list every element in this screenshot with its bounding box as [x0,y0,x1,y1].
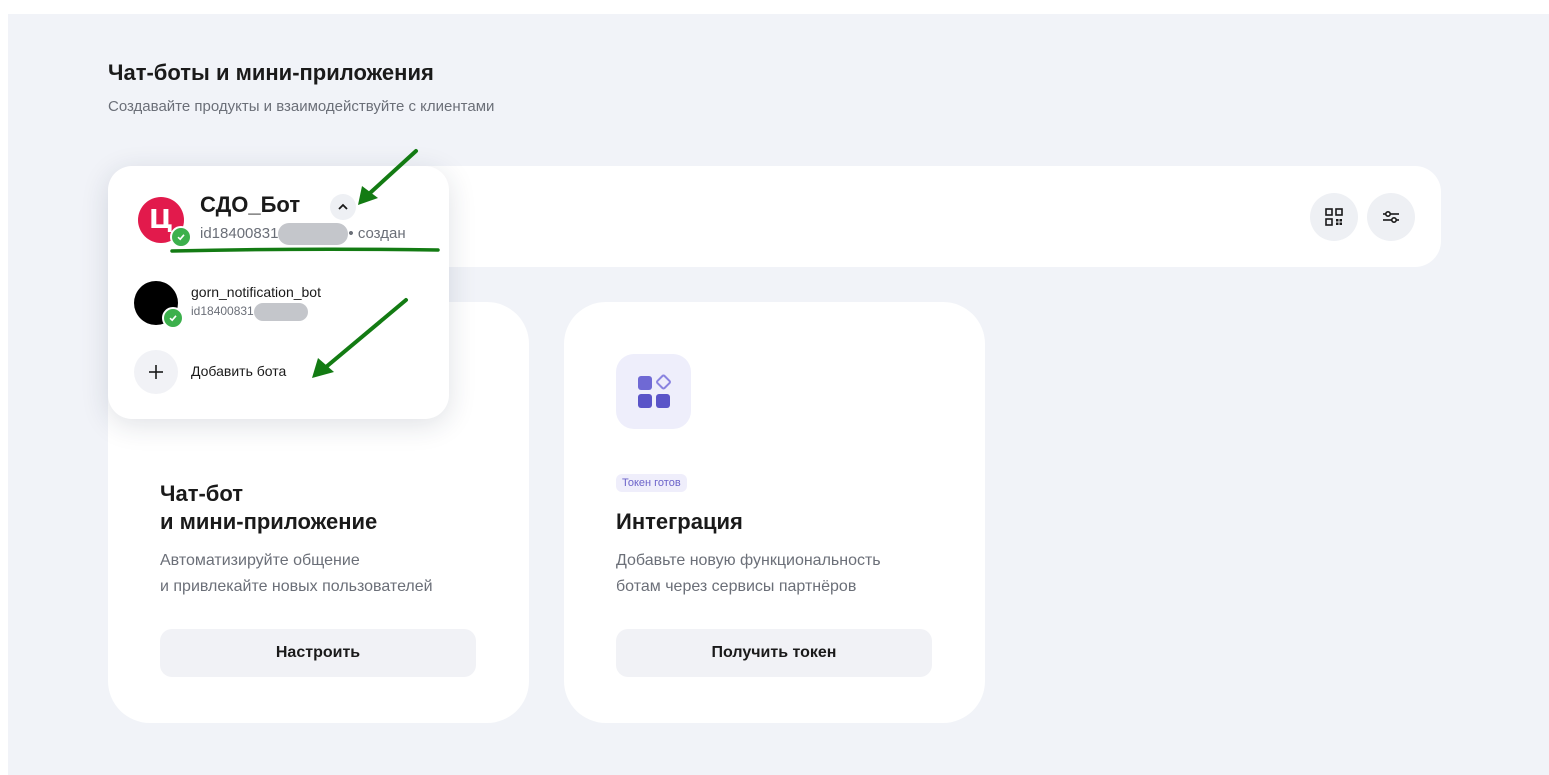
integration-icon-container [616,354,691,429]
selected-bot-name: СДО_Бот [200,192,301,217]
apps-grid-icon [637,374,671,408]
plus-icon [134,350,178,394]
bot-name: gorn_notification_bot [191,284,321,300]
chevron-up-icon [338,203,348,210]
integration-card-title: Интеграция [616,509,743,534]
integration-card: Токен готов Интеграция Добавьте новую фу… [564,302,985,723]
redacted-id [278,223,349,245]
page-title: Чат-боты и мини-приложения [108,60,434,85]
verified-check-icon [162,307,184,329]
collapse-button[interactable] [330,194,356,220]
token-ready-badge: Токен готов [616,474,687,492]
list-item[interactable]: gorn_notification_bot id18400831 [132,276,432,329]
bot-id: id18400831 [191,303,308,321]
add-bot-label: Добавить бота [191,363,287,379]
page-subtitle: Создавайте продукты и взаимодействуйте с… [108,98,495,115]
integration-card-description: Добавьте новую функциональность ботам че… [616,552,881,595]
bot-switcher-dropdown: Ц СДО_Бот id18400831 • создан gorn_notifi… [108,166,449,419]
get-token-button[interactable]: Получить токен [616,629,932,677]
configure-button[interactable]: Настроить [160,629,476,677]
chatbot-card-title: Чат-бот и мини-приложение [160,481,378,534]
sliders-icon [1383,210,1399,224]
settings-button[interactable] [1367,193,1415,241]
qr-code-icon [1325,208,1343,226]
selected-bot-id: id18400831 • создан [200,223,406,245]
chatbot-card-description: Автоматизируйте общение и привлекайте но… [160,552,433,595]
redacted-id [253,303,308,321]
qr-code-button[interactable] [1310,193,1358,241]
verified-check-icon [170,226,192,248]
add-bot-button[interactable]: Добавить бота [134,350,334,394]
